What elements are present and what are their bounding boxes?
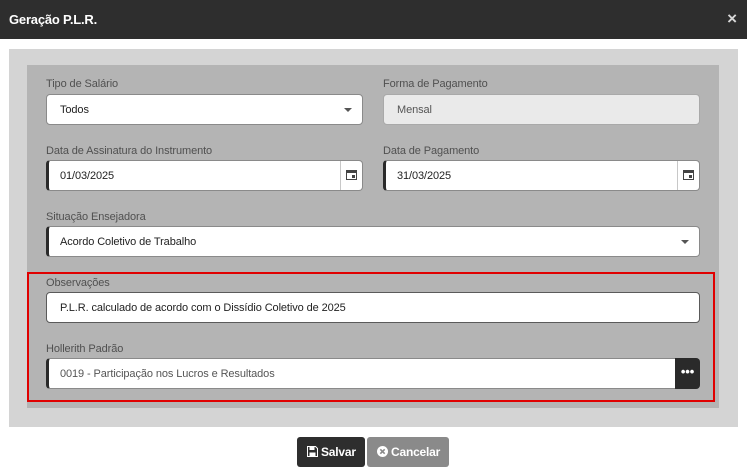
- close-icon[interactable]: ×: [727, 10, 737, 27]
- situacao-label: Situação Ensejadora: [46, 211, 146, 223]
- save-label: Salvar: [321, 445, 356, 459]
- save-button[interactable]: Salvar: [297, 437, 365, 467]
- dialog-title-bar: Geração P.L.R. ×: [0, 0, 747, 39]
- situacao-select[interactable]: Acordo Coletivo de Trabalho: [46, 226, 700, 257]
- chevron-down-icon: [344, 108, 352, 112]
- observacoes-input[interactable]: P.L.R. calculado de acordo com o Dissídi…: [46, 292, 700, 323]
- calendar-icon[interactable]: [340, 161, 362, 190]
- observacoes-value: P.L.R. calculado de acordo com o Dissídi…: [60, 302, 346, 314]
- data-assinatura-value: 01/03/2025: [60, 170, 115, 182]
- dialog-title: Geração P.L.R.: [9, 12, 98, 27]
- cancel-circle-icon: [377, 446, 388, 460]
- chevron-down-icon: [681, 240, 689, 244]
- forma-pagamento-value: Mensal: [397, 104, 432, 116]
- hollerith-field[interactable]: 0019 - Participação nos Lucros e Resulta…: [46, 358, 700, 389]
- data-assinatura-input[interactable]: 01/03/2025: [46, 160, 363, 191]
- data-pagamento-label: Data de Pagamento: [383, 145, 480, 157]
- floppy-disk-icon: [307, 446, 318, 460]
- tipo-salario-select[interactable]: Todos: [46, 94, 363, 125]
- calendar-icon[interactable]: [677, 161, 699, 190]
- lookup-button[interactable]: •••: [675, 358, 700, 389]
- hollerith-value: 0019 - Participação nos Lucros e Resulta…: [60, 368, 275, 380]
- tipo-salario-value: Todos: [60, 104, 89, 116]
- observacoes-label: Observações: [46, 277, 110, 289]
- situacao-value: Acordo Coletivo de Trabalho: [60, 236, 197, 248]
- data-pagamento-input[interactable]: 31/03/2025: [383, 160, 700, 191]
- forma-pagamento-label: Forma de Pagamento: [383, 78, 488, 90]
- data-assinatura-label: Data de Assinatura do Instrumento: [46, 145, 213, 157]
- cancel-button[interactable]: Cancelar: [367, 437, 449, 467]
- tipo-salario-label: Tipo de Salário: [46, 78, 119, 90]
- hollerith-label: Hollerith Padrão: [46, 343, 124, 355]
- forma-pagamento-field: Mensal: [383, 94, 700, 125]
- data-pagamento-value: 31/03/2025: [397, 170, 452, 182]
- cancel-label: Cancelar: [391, 445, 441, 459]
